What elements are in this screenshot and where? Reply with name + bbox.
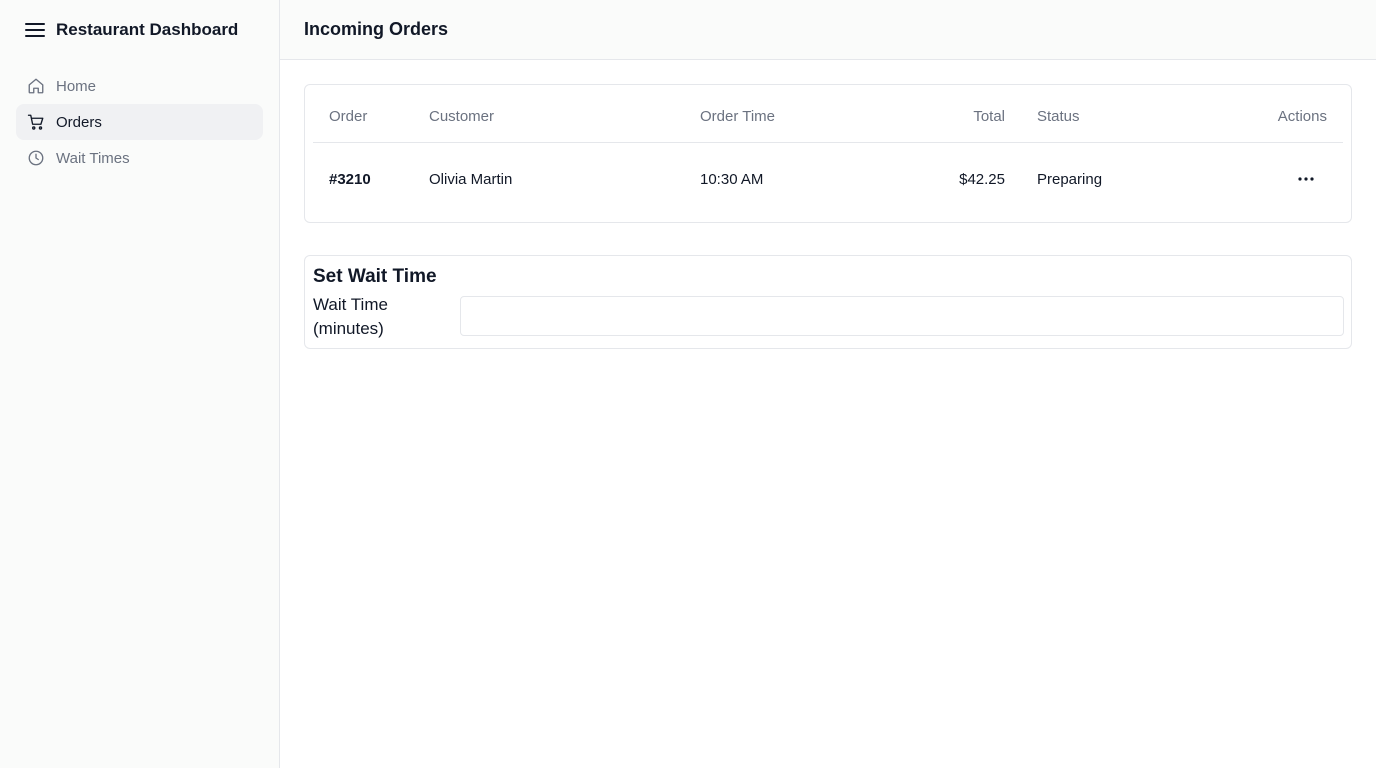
orders-card: Order Customer Order Time Total Status A… — [304, 84, 1352, 223]
column-header-order: Order — [329, 108, 368, 125]
orders-table: Order Customer Order Time Total Status A… — [313, 85, 1343, 215]
sidebar-nav: Home Orders Wait Times — [16, 68, 263, 176]
clock-icon — [26, 148, 46, 168]
sidebar-item-home[interactable]: Home — [16, 68, 263, 104]
more-horizontal-icon[interactable] — [1291, 164, 1321, 194]
order-status: Preparing — [1037, 170, 1103, 188]
menu-icon[interactable] — [24, 18, 46, 42]
wait-time-title: Set Wait Time — [313, 266, 437, 287]
wait-time-card: Set Wait Time Wait Time (minutes) — [304, 255, 1352, 349]
sidebar: Restaurant Dashboard Home Orders Wait Ti… — [0, 0, 280, 768]
cart-icon — [26, 112, 46, 132]
actions-cell — [1213, 143, 1327, 215]
sidebar-item-label: Wait Times — [56, 149, 130, 167]
sidebar-item-wait-times[interactable]: Wait Times — [16, 140, 263, 176]
wait-time-input[interactable] — [460, 296, 1344, 336]
top-bar: Incoming Orders — [280, 0, 1376, 60]
sidebar-item-orders[interactable]: Orders — [16, 104, 263, 140]
main-content: Incoming Orders Order Customer Order Tim… — [280, 0, 1376, 768]
table-row[interactable]: #3210 Olivia Martin 10:30 AM $42.25 Prep… — [313, 143, 1343, 215]
column-header-status: Status — [1037, 108, 1080, 125]
home-icon — [26, 76, 46, 96]
column-header-order-time: Order Time — [700, 108, 776, 125]
order-id: #3210 — [329, 170, 371, 188]
order-total: $42.25 — [959, 170, 1005, 188]
column-header-customer: Customer — [429, 108, 495, 125]
sidebar-item-label: Home — [56, 77, 97, 95]
column-header-actions: Actions — [1277, 108, 1327, 125]
table-header: Order Customer Order Time Total Status A… — [313, 85, 1343, 143]
customer-name: Olivia Martin — [429, 170, 513, 188]
wait-time-label: Wait Time (minutes) — [313, 295, 388, 338]
order-time: 10:30 AM — [700, 170, 764, 188]
sidebar-item-label: Orders — [56, 113, 102, 131]
column-header-total: Total — [973, 108, 1005, 125]
app-title: Restaurant Dashboard — [56, 20, 239, 39]
brand: Restaurant Dashboard — [24, 18, 238, 42]
page-title: Incoming Orders — [304, 19, 449, 39]
